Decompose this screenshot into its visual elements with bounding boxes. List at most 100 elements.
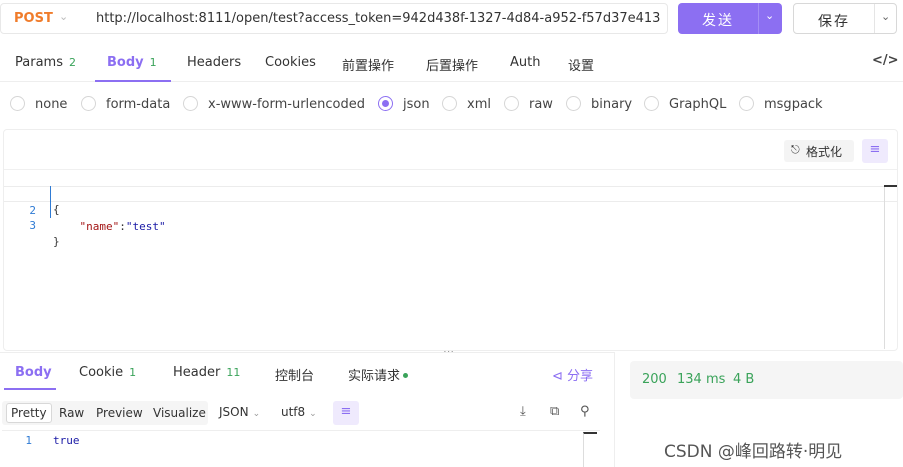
send-button[interactable]: 发送 ⌄ xyxy=(678,3,782,34)
tab-auth[interactable]: Auth xyxy=(510,55,540,70)
watermark: CSDN @峰回路转·明见 xyxy=(664,442,843,462)
radio-none[interactable]: none xyxy=(10,96,67,112)
url-box: POST ⌄ http://localhost:8111/open/test?a… xyxy=(0,3,668,34)
request-tabs: Params 2 Body 1 Headers Cookies 前置操作 后置操作 … xyxy=(0,44,903,82)
tab-headers[interactable]: Headers xyxy=(187,55,241,70)
code-area[interactable]: 1 { 2 "name":"test" 3 } xyxy=(4,170,897,248)
encoding-select[interactable]: utf8 ⌄ xyxy=(281,405,317,419)
radio-circle xyxy=(566,96,581,111)
divider xyxy=(0,352,614,353)
share-button[interactable]: ⊲ 分享 xyxy=(552,365,593,384)
radio-circle xyxy=(644,96,659,111)
url-input[interactable]: http://localhost:8111/open/test?access_t… xyxy=(96,11,661,26)
method-select[interactable]: POST xyxy=(14,11,53,26)
radio-x-www-form-urlencoded[interactable]: x-www-form-urlencoded xyxy=(183,96,365,112)
format-button[interactable]: ⎋ 格式化 xyxy=(784,140,854,162)
response-body[interactable]: 1 true xyxy=(2,430,600,467)
wrap-lines-icon[interactable]: ≡ xyxy=(333,401,359,425)
search-icon[interactable]: ⚲ xyxy=(580,404,590,419)
radio-label: GraphQL xyxy=(669,97,727,112)
tab-count: 1 xyxy=(149,56,157,69)
response-time: 134 ms xyxy=(677,372,726,387)
radio-circle xyxy=(10,96,25,111)
code-text: } xyxy=(53,235,60,248)
tab-post-operations[interactable]: 后置操作 xyxy=(426,55,478,74)
radio-circle xyxy=(739,96,754,111)
tab-label: Body xyxy=(107,55,144,70)
resp-tab-header[interactable]: Header 11 xyxy=(173,365,240,380)
radio-circle xyxy=(81,96,96,111)
format-select[interactable]: JSON ⌄ xyxy=(219,405,260,419)
chevron-down-icon[interactable]: ⌄ xyxy=(765,9,774,22)
radio-raw[interactable]: raw xyxy=(504,96,553,112)
radio-circle xyxy=(378,96,393,111)
response-tabs: Body Cookie 1 Header 11 控制台 实际请求 ⊲ 分享 xyxy=(0,355,614,391)
view-visualize[interactable]: Visualize xyxy=(149,403,210,423)
tab-label: Params xyxy=(15,55,63,70)
response-view-bar: Pretty Raw Preview Visualize JSON ⌄ utf8 ⌄… xyxy=(2,399,614,425)
body-type-radio-group: none form-data x-www-form-urlencoded jso… xyxy=(0,92,903,120)
radio-label: x-www-form-urlencoded xyxy=(208,97,366,112)
wrap-lines-icon[interactable]: ≡ xyxy=(862,139,888,163)
select-value: utf8 xyxy=(281,405,306,419)
tab-label: Cookie xyxy=(79,365,124,380)
resp-tab-console[interactable]: 控制台 xyxy=(275,365,314,384)
radio-label: json xyxy=(403,97,430,112)
view-raw[interactable]: Raw xyxy=(55,403,88,423)
tab-settings[interactable]: 设置 xyxy=(568,55,594,74)
body-editor[interactable]: ⎋ 格式化 ≡ 1 { 2 "name":"test" 3 } xyxy=(3,129,898,351)
radio-label: binary xyxy=(591,97,633,112)
json-key: "name" xyxy=(79,220,120,233)
tab-pre-operations[interactable]: 前置操作 xyxy=(342,55,394,74)
status-code: 200 xyxy=(642,372,667,387)
radio-graphql[interactable]: GraphQL xyxy=(644,96,726,112)
active-tab-indicator xyxy=(4,388,56,390)
editor-toolbar: ⎋ 格式化 ≡ xyxy=(4,130,897,170)
tab-params[interactable]: Params 2 xyxy=(15,55,76,70)
tab-count: 11 xyxy=(226,366,241,379)
radio-binary[interactable]: binary xyxy=(566,96,632,112)
tab-body[interactable]: Body 1 xyxy=(107,55,157,70)
divider xyxy=(614,352,615,467)
copy-icon[interactable]: ⧉ xyxy=(550,404,559,419)
resp-tab-actual-request[interactable]: 实际请求 xyxy=(348,365,409,384)
format-icon: ⎋ xyxy=(791,143,800,156)
resp-tab-cookie[interactable]: Cookie 1 xyxy=(79,365,136,380)
divider xyxy=(758,3,759,34)
view-pretty[interactable]: Pretty xyxy=(6,403,52,423)
send-label: 发送 xyxy=(702,13,734,29)
chevron-down-icon[interactable]: ⌄ xyxy=(59,10,68,23)
scrollbar[interactable] xyxy=(583,432,597,467)
tab-cookies[interactable]: Cookies xyxy=(265,55,316,70)
save-button[interactable]: 保存 ⌄ xyxy=(793,3,897,34)
share-label: 分享 xyxy=(567,369,594,384)
code-text: "name":"test" xyxy=(53,219,166,235)
radio-xml[interactable]: xml xyxy=(442,96,491,112)
fold-guide xyxy=(50,186,51,218)
status-dot xyxy=(403,373,409,378)
download-icon[interactable]: ⤓ xyxy=(520,404,526,419)
save-label: 保存 xyxy=(818,14,850,30)
divider xyxy=(874,4,875,33)
radio-json[interactable]: json xyxy=(378,96,430,112)
chevron-down-icon: ⌄ xyxy=(309,409,317,419)
chevron-down-icon[interactable]: ⌄ xyxy=(881,10,890,23)
radio-label: form-data xyxy=(106,97,171,112)
resp-tab-body[interactable]: Body xyxy=(15,365,52,380)
code-line: 1 { xyxy=(4,170,897,216)
select-value: JSON xyxy=(219,405,249,419)
radio-label: xml xyxy=(467,97,491,112)
view-preview[interactable]: Preview xyxy=(92,403,147,423)
code-line: 2 "name":"test" xyxy=(4,186,897,233)
radio-form-data[interactable]: form-data xyxy=(81,96,170,112)
scrollbar[interactable] xyxy=(884,187,885,349)
radio-circle xyxy=(504,96,519,111)
radio-circle xyxy=(442,96,457,111)
radio-msgpack[interactable]: msgpack xyxy=(739,96,823,112)
share-icon: ⊲ xyxy=(552,369,563,384)
code-icon[interactable]: </> xyxy=(872,53,899,68)
radio-label: raw xyxy=(529,97,553,112)
format-label: 格式化 xyxy=(806,145,843,159)
response-size: 4 B xyxy=(733,372,755,387)
request-bar: POST ⌄ http://localhost:8111/open/test?a… xyxy=(0,0,903,38)
